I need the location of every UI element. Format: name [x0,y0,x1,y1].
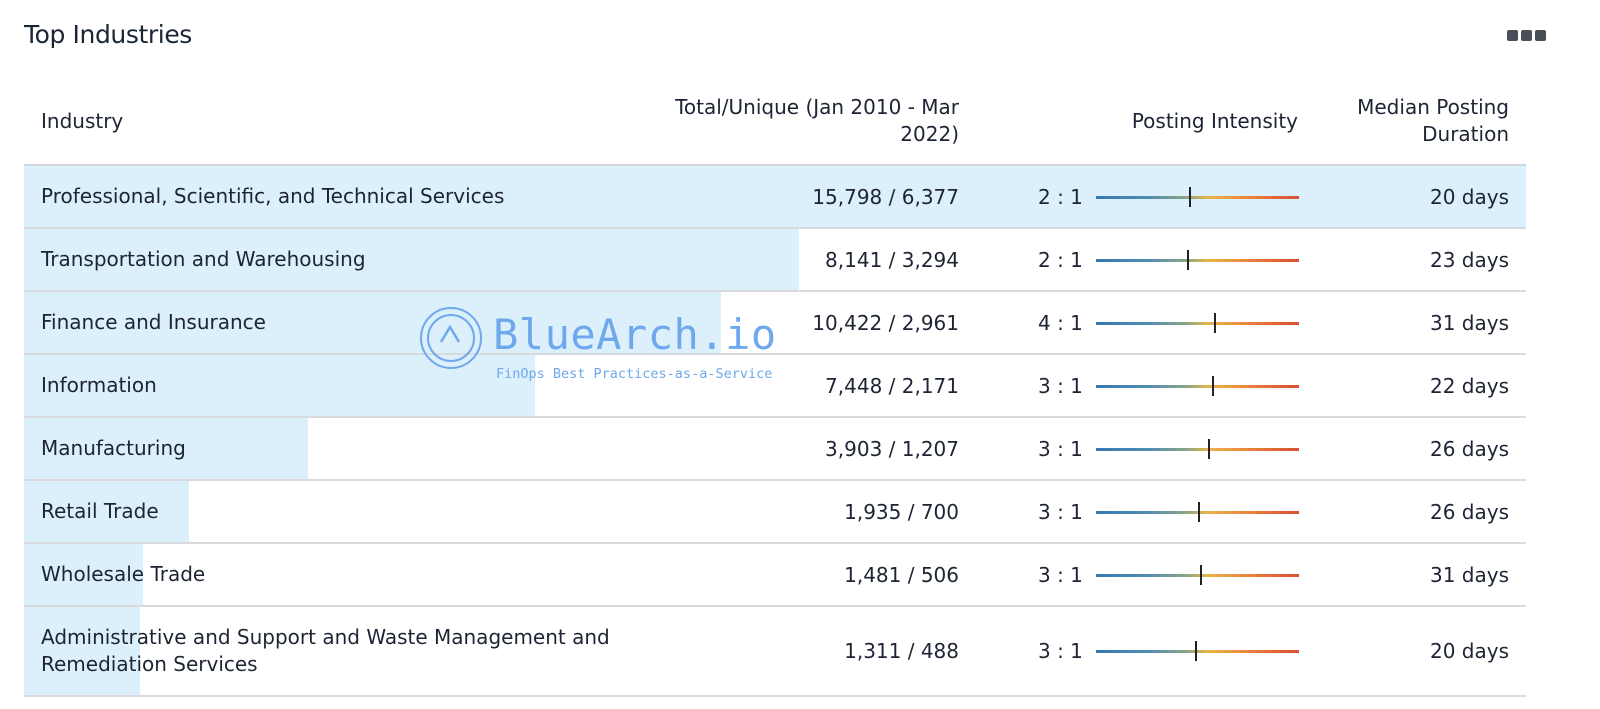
table-row[interactable]: Information 7,448 / 2,171 3 : 1 22 days [24,355,1526,418]
industry-name: Manufacturing [41,436,186,460]
table-row[interactable]: Transportation and Warehousing 8,141 / 3,… [24,229,1526,292]
intensity-marker [1200,564,1202,585]
intensity-ratio: 2 : 1 [1038,247,1083,272]
industry-name: Wholesale Trade [41,562,206,586]
total-unique-value: 15,798 / 6,377 [812,184,959,209]
more-options-button[interactable] [1507,30,1546,41]
industry-name: Administrative and Support and Waste Man… [41,625,610,676]
intensity-gradient-bar [1096,438,1299,459]
page-title: Top Industries [24,20,192,49]
median-duration-value: 31 days [1429,562,1509,587]
table-row[interactable]: Finance and Insurance 10,422 / 2,961 4 : 1… [24,292,1526,355]
table-row[interactable]: Administrative and Support and Waste Man… [24,607,1526,697]
total-unique-value: 1,311 / 488 [844,639,959,663]
industry-name: Finance and Insurance [41,310,266,334]
intensity-gradient-bar [1096,501,1299,522]
column-header-posting-intensity[interactable]: Posting Intensity [1132,108,1298,135]
intensity-marker [1208,438,1210,459]
table-row[interactable]: Professional, Scientific, and Technical … [24,166,1526,229]
total-unique-value: 1,481 / 506 [844,562,959,587]
industries-table: Industry Total/Unique (Jan 2010 - Mar 20… [24,80,1526,697]
median-duration-value: 20 days [1429,184,1509,209]
more-horizontal-icon-dot [1535,30,1546,41]
median-duration-value: 26 days [1429,436,1509,461]
intensity-ratio: 3 : 1 [1038,639,1083,663]
table-row[interactable]: Wholesale Trade 1,481 / 506 3 : 1 31 days [24,544,1526,607]
intensity-gradient-bar [1096,375,1299,396]
intensity-gradient-bar [1096,564,1299,585]
intensity-ratio: 3 : 1 [1038,436,1083,461]
column-header-industry[interactable]: Industry [41,108,123,135]
intensity-ratio: 3 : 1 [1038,499,1083,524]
intensity-marker [1187,249,1189,270]
median-duration-value: 23 days [1429,247,1509,272]
intensity-marker [1195,641,1197,661]
median-duration-value: 22 days [1429,373,1509,398]
intensity-marker [1212,375,1214,396]
intensity-marker [1189,186,1191,207]
table-row[interactable]: Retail Trade 1,935 / 700 3 : 1 26 days [24,481,1526,544]
total-unique-value: 10,422 / 2,961 [812,310,959,335]
more-horizontal-icon-dot [1521,30,1532,41]
intensity-gradient-bar [1096,249,1299,270]
intensity-ratio: 4 : 1 [1038,310,1083,335]
industry-name: Transportation and Warehousing [41,247,366,271]
median-duration-value: 31 days [1429,310,1509,335]
intensity-gradient-bar [1096,641,1299,661]
intensity-ratio: 3 : 1 [1038,562,1083,587]
column-header-median-duration[interactable]: Median Posting Duration [1329,94,1509,148]
median-duration-value: 26 days [1429,499,1509,524]
intensity-gradient-bar [1096,186,1299,207]
intensity-marker [1214,312,1216,333]
table-body: Professional, Scientific, and Technical … [24,166,1526,697]
total-unique-value: 3,903 / 1,207 [825,436,959,461]
table-header: Industry Total/Unique (Jan 2010 - Mar 20… [24,80,1526,166]
industry-name: Information [41,373,157,397]
industry-name: Retail Trade [41,499,159,523]
table-row[interactable]: Manufacturing 3,903 / 1,207 3 : 1 26 days [24,418,1526,481]
intensity-marker [1198,501,1200,522]
total-unique-value: 7,448 / 2,171 [825,373,959,398]
total-unique-value: 8,141 / 3,294 [825,247,959,272]
intensity-ratio: 2 : 1 [1038,184,1083,209]
more-horizontal-icon [1507,30,1518,41]
intensity-ratio: 3 : 1 [1038,373,1083,398]
column-header-total-unique[interactable]: Total/Unique (Jan 2010 - Mar 2022) [639,94,959,148]
intensity-gradient-bar [1096,312,1299,333]
median-duration-value: 20 days [1429,639,1509,663]
total-unique-value: 1,935 / 700 [844,499,959,524]
industry-name: Professional, Scientific, and Technical … [41,184,505,208]
